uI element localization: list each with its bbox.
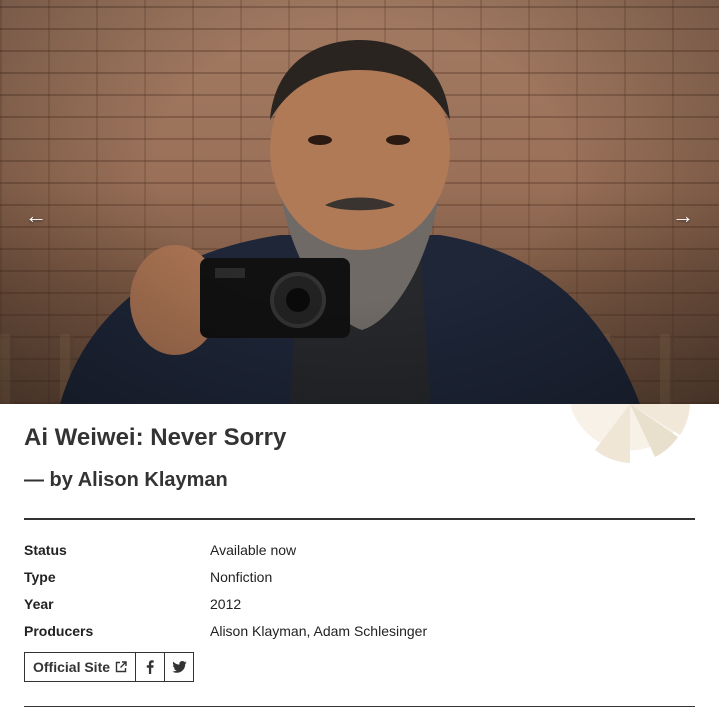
next-arrow-button[interactable]: → xyxy=(663,200,703,232)
detail-value: Available now xyxy=(210,541,297,558)
facebook-share-button[interactable] xyxy=(135,653,164,681)
twitter-icon xyxy=(171,661,187,673)
decorative-pinwheel-graphic xyxy=(570,404,690,463)
film-title: Ai Weiwei: Never Sorry xyxy=(24,424,287,451)
detail-row-status: Status Available now xyxy=(24,536,695,563)
twitter-share-button[interactable] xyxy=(164,653,193,681)
detail-label: Producers xyxy=(24,622,94,639)
film-links: Official Site xyxy=(24,652,195,682)
external-link-icon xyxy=(115,661,127,673)
detail-value: Nonfiction xyxy=(210,568,273,585)
detail-value: 2012 xyxy=(210,595,242,612)
official-site-link[interactable]: Official Site xyxy=(25,653,135,681)
detail-value: Alison Klayman, Adam Schlesinger xyxy=(210,622,428,639)
detail-label: Type xyxy=(24,568,56,585)
detail-label: Status xyxy=(24,541,67,558)
film-details: Status Available now Type Nonfiction Yea… xyxy=(24,536,695,644)
divider-top xyxy=(24,518,695,520)
hero-image xyxy=(0,0,719,404)
hero-vignette xyxy=(0,0,719,404)
detail-row-producers: Producers Alison Klayman, Adam Schlesing… xyxy=(24,617,695,644)
detail-row-type: Type Nonfiction xyxy=(24,563,695,590)
detail-label: Year xyxy=(24,595,54,612)
official-site-label: Official Site xyxy=(33,659,111,675)
facebook-icon xyxy=(146,660,154,674)
divider-bottom xyxy=(24,706,695,707)
previous-arrow-button[interactable]: ← xyxy=(16,200,56,232)
detail-row-year: Year 2012 xyxy=(24,590,695,617)
film-byline: — by Alison Klayman xyxy=(24,469,228,491)
